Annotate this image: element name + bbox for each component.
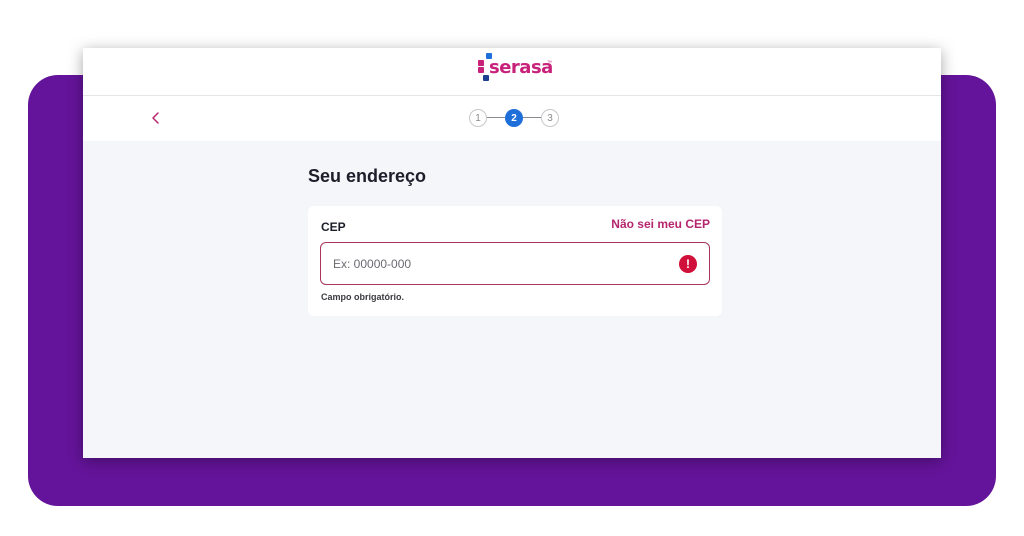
logo-text: serasa <box>489 57 553 78</box>
back-button[interactable] <box>147 107 165 129</box>
progress-bar: 1 2 3 <box>83 96 941 141</box>
chevron-left-icon <box>152 112 159 124</box>
logo-dot <box>478 67 484 73</box>
header: serasa ™ <box>83 48 941 96</box>
browser-window: serasa ™ 1 2 3 Seu endereço CEP Não sei … <box>83 48 941 458</box>
dont-know-cep-link[interactable]: Não sei meu CEP <box>611 217 710 231</box>
serasa-logo: serasa ™ <box>478 51 558 87</box>
step-2-current: 2 <box>505 109 523 127</box>
cep-label: CEP <box>321 220 346 234</box>
cep-field: ! <box>320 242 710 285</box>
error-message: Campo obrigatório. <box>321 292 404 302</box>
page-title: Seu endereço <box>308 166 427 186</box>
stepper: 1 2 3 <box>469 109 563 127</box>
exclamation-icon: ! <box>679 255 697 273</box>
step-1: 1 <box>469 109 487 127</box>
step-connector <box>487 117 505 118</box>
logo-trademark: ™ <box>547 60 552 66</box>
cep-input[interactable] <box>321 243 709 284</box>
logo-dot <box>478 60 484 66</box>
address-form-card: CEP Não sei meu CEP ! Campo obrigatório. <box>308 206 722 316</box>
step-connector <box>523 117 541 118</box>
step-3: 3 <box>541 109 559 127</box>
